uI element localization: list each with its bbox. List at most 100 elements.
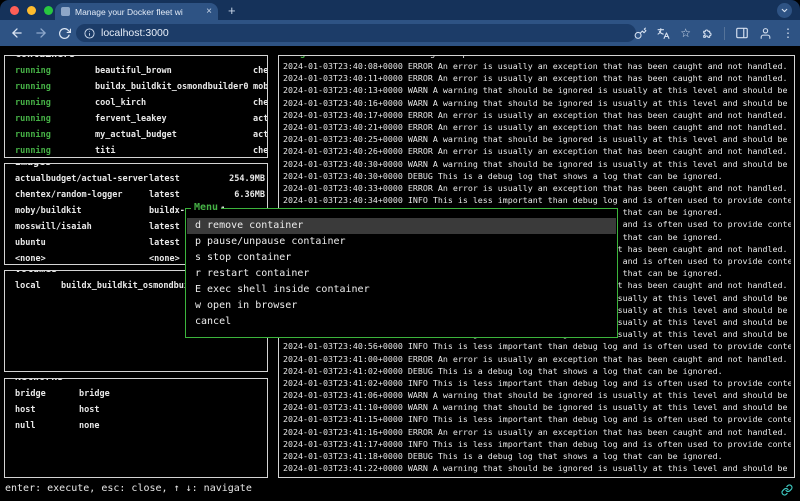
- maximize-window-button[interactable]: [44, 6, 53, 15]
- log-line: 2024-01-03T23:40:08+0000 ERROR An error …: [283, 60, 791, 72]
- container-row[interactable]: running titi chentex/random-logger: [5, 143, 267, 157]
- network-driver: host: [15, 402, 35, 418]
- log-line: 2024-01-03T23:41:17+0000 INFO This is le…: [283, 438, 791, 450]
- log-line: 2024-01-03T23:40:11+0000 ERROR An error …: [283, 72, 791, 84]
- menu-item-key: E: [195, 284, 201, 295]
- bookmark-star-icon[interactable]: ☆: [680, 26, 691, 40]
- site-info-icon[interactable]: [84, 28, 95, 39]
- reload-button[interactable]: [58, 27, 71, 40]
- container-image: actualbudget/actual-server: [253, 127, 267, 143]
- log-line: 2024-01-03T23:41:02+0000 DEBUG This is a…: [283, 365, 791, 377]
- browser-tab[interactable]: Manage your Docker fleet wi ×: [55, 3, 218, 20]
- container-image: actualbudget/actual-server: [253, 111, 267, 127]
- log-line: 2024-01-03T23:40:16+0000 WARN A warning …: [283, 97, 791, 109]
- toolbar-icons: ☆ ⋮: [634, 24, 794, 42]
- minimize-window-button[interactable]: [27, 6, 36, 15]
- tab-logs[interactable]: Logs: [289, 55, 311, 59]
- translate-icon[interactable]: [657, 27, 670, 40]
- container-row[interactable]: running buildx_buildkit_osmondbuilder0 m…: [5, 79, 267, 95]
- menu-item[interactable]: w open in browser: [187, 297, 616, 313]
- log-line: 2024-01-03T23:41:00+0000 ERROR An error …: [283, 353, 791, 365]
- tab-search-button[interactable]: [777, 3, 792, 18]
- address-bar[interactable]: localhost:3000: [76, 24, 636, 42]
- container-name: beautiful_brown: [95, 63, 172, 79]
- window-controls[interactable]: [10, 6, 53, 15]
- image-tag: latest: [149, 187, 180, 203]
- log-line: 2024-01-03T23:41:18+0000 DEBUG This is a…: [283, 450, 791, 462]
- log-line: 2024-01-03T23:41:10+0000 WARN A warning …: [283, 401, 791, 413]
- network-driver: null: [15, 418, 35, 434]
- network-name: bridge: [79, 386, 110, 402]
- container-row[interactable]: running my_actual_budget actualbudget/ac…: [5, 127, 267, 143]
- close-window-button[interactable]: [10, 6, 19, 15]
- arrow-right-icon: [34, 26, 48, 40]
- networks-panel-title: Networks: [12, 378, 66, 383]
- extensions-puzzle-icon[interactable]: [701, 27, 714, 40]
- container-row[interactable]: running beautiful_brown chentex/random-l…: [5, 63, 267, 79]
- container-state: running: [15, 111, 51, 127]
- container-row[interactable]: running cool_kirch chentex/random-logger: [5, 95, 267, 111]
- url-text[interactable]: localhost:3000: [101, 27, 169, 39]
- forward-button[interactable]: [34, 26, 48, 40]
- container-image: moby/buildkit: [253, 79, 267, 95]
- password-key-icon[interactable]: [634, 27, 647, 40]
- log-line: 2024-01-03T23:40:30+0000 WARN A warning …: [283, 158, 791, 170]
- container-row[interactable]: running fervent_leakey actualbudget/actu…: [5, 111, 267, 127]
- container-action-menu[interactable]: Menu d remove container p pause/unpause …: [185, 208, 618, 338]
- tab-title: Manage your Docker fleet wi: [75, 7, 201, 17]
- menu-title: Menu: [191, 202, 221, 213]
- log-line: 2024-01-03T23:40:34+0000 INFO This is le…: [283, 194, 791, 206]
- container-image: chentex/random-logger: [253, 63, 267, 79]
- networks-panel[interactable]: Networks bridge bridge host host null no…: [4, 378, 268, 478]
- image-size: 254.9MB: [229, 171, 265, 187]
- log-line: 2024-01-03T23:40:25+0000 WARN A warning …: [283, 133, 791, 145]
- arrow-left-icon: [10, 26, 24, 40]
- menu-item[interactable]: s stop container: [187, 250, 616, 266]
- tab-close-icon[interactable]: ×: [206, 7, 212, 17]
- network-row[interactable]: host host: [5, 402, 267, 418]
- menu-item-label: pause/unpause container: [207, 236, 345, 247]
- image-name: moby/buildkit: [15, 203, 82, 219]
- logs-panel-tabs: Logs — Stats — Env — Config — Top: [286, 55, 471, 59]
- container-state: running: [15, 95, 51, 111]
- container-state: running: [15, 143, 51, 157]
- log-line: 2024-01-03T23:40:56+0000 INFO This is le…: [283, 340, 791, 352]
- reload-icon: [58, 27, 71, 40]
- volume-driver: local: [15, 278, 41, 294]
- network-row[interactable]: null none: [5, 418, 267, 434]
- menu-item[interactable]: E exec shell inside container: [187, 282, 616, 298]
- container-name: titi: [95, 143, 115, 157]
- menu-item-key: w: [195, 300, 201, 311]
- container-state: running: [15, 79, 51, 95]
- log-line: 2024-01-03T23:40:21+0000 ERROR An error …: [283, 121, 791, 133]
- containers-panel-title: Containers: [12, 55, 78, 60]
- container-image: chentex/random-logger: [253, 143, 267, 157]
- profile-avatar-icon[interactable]: [759, 27, 772, 40]
- back-button[interactable]: [10, 26, 24, 40]
- image-row[interactable]: actualbudget/actual-server latest 254.9M…: [5, 171, 267, 187]
- menu-item[interactable]: p pause/unpause container: [187, 234, 616, 250]
- image-tag: latest: [149, 235, 180, 251]
- image-name: <none>: [15, 251, 46, 264]
- menu-item-label: remove container: [207, 220, 303, 231]
- network-driver: bridge: [15, 386, 46, 402]
- menu-item[interactable]: r restart container: [187, 266, 616, 282]
- side-panel-icon[interactable]: [735, 26, 749, 40]
- log-line: 2024-01-03T23:41:02+0000 INFO This is le…: [283, 377, 791, 389]
- image-row[interactable]: chentex/random-logger latest 6.36MB: [5, 187, 267, 203]
- new-tab-button[interactable]: +: [228, 3, 236, 18]
- container-image: chentex/random-logger: [253, 95, 267, 111]
- log-line: 2024-01-03T23:40:13+0000 WARN A warning …: [283, 84, 791, 96]
- tabs-stats-env-config-top[interactable]: — Stats — Env — Config — Top: [311, 55, 468, 59]
- image-tag: latest: [149, 219, 180, 235]
- menu-item[interactable]: d remove container: [187, 218, 616, 234]
- chevron-down-icon: [780, 6, 789, 15]
- image-name: ubuntu: [15, 235, 46, 251]
- image-tag: <none>: [149, 251, 180, 264]
- network-row[interactable]: bridge bridge: [5, 386, 267, 402]
- containers-panel[interactable]: Containers running beautiful_brown chent…: [4, 55, 268, 158]
- log-line: 2024-01-03T23:41:16+0000 ERROR An error …: [283, 426, 791, 438]
- browser-menu-kebab-icon[interactable]: ⋮: [782, 26, 794, 40]
- menu-item[interactable]: cancel: [187, 313, 616, 329]
- images-panel-title: Images: [12, 163, 54, 168]
